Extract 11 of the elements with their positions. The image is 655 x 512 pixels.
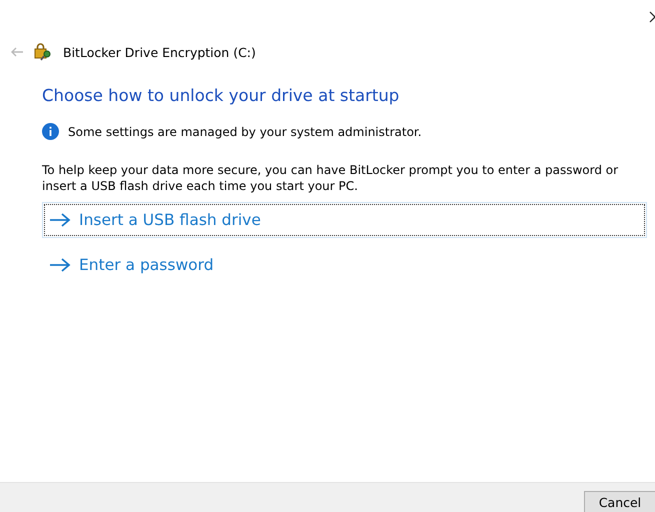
notice-text: Some settings are managed by your system administrator. bbox=[68, 124, 422, 138]
option-link[interactable]: Enter a password bbox=[42, 247, 647, 283]
option-link[interactable]: Insert a USB flash drive bbox=[42, 202, 647, 238]
description-text: To help keep your data more secure, you can have BitLocker prompt you to enter a password or insert a USB flash drive each time you start your PC. bbox=[42, 162, 620, 194]
cancel-button[interactable]: Cancel bbox=[584, 491, 655, 512]
arrow-icon bbox=[49, 213, 71, 227]
arrow-icon bbox=[49, 258, 71, 272]
window-title: BitLocker Drive Encryption (C:) bbox=[63, 44, 256, 60]
info-icon bbox=[42, 123, 59, 140]
lock-key-icon bbox=[34, 43, 53, 61]
page-heading: Choose how to unlock your drive at startup bbox=[42, 86, 400, 105]
